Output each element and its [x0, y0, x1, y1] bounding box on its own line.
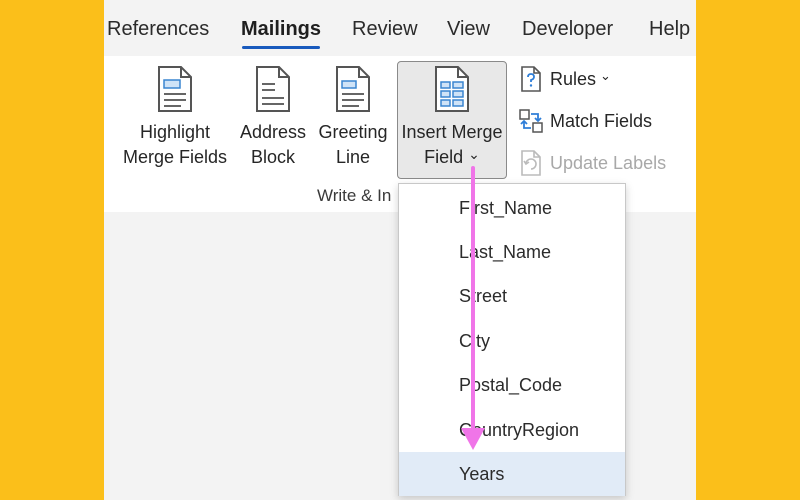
greeting-document-icon	[336, 66, 370, 112]
insert-merge-label-line2: Field ⌄	[398, 145, 506, 171]
highlight-document-icon	[158, 66, 192, 112]
rules-label: Rules	[550, 68, 597, 89]
merge-field-item-years[interactable]: Years	[399, 452, 625, 496]
rules-button[interactable]: Rules ⌄	[518, 66, 611, 92]
tab-references[interactable]: References	[107, 18, 209, 41]
match-fields-label: Match Fields	[550, 110, 653, 131]
merge-field-item-first-name[interactable]: First_Name	[399, 186, 625, 230]
tab-help[interactable]: Help	[649, 18, 690, 41]
insert-merge-field-button[interactable]: Insert Merge Field ⌄	[397, 61, 507, 179]
address-label-line1: Address	[239, 122, 307, 142]
insert-merge-label-field: Field	[424, 147, 464, 167]
update-labels-button[interactable]: Update Labels	[518, 150, 666, 176]
rules-question-icon	[521, 66, 541, 92]
merge-field-item-city[interactable]: City	[399, 319, 625, 363]
address-label-line2: Block	[250, 147, 295, 167]
match-fields-icon	[519, 109, 543, 133]
address-document-icon	[256, 66, 290, 112]
highlight-merge-fields-button[interactable]: Highlight Merge Fields	[119, 66, 231, 170]
merge-field-item-street[interactable]: Street	[399, 274, 625, 318]
active-tab-indicator	[242, 46, 320, 49]
word-window: References Mailings Review View Develope…	[104, 0, 696, 500]
tab-review[interactable]: Review	[352, 18, 418, 41]
match-fields-button[interactable]: Match Fields	[518, 108, 652, 134]
merge-field-item-countryregion[interactable]: CountryRegion	[399, 408, 625, 452]
greeting-label-line1: Greeting	[318, 122, 388, 142]
merge-field-dropdown: First_Name Last_Name Street City Postal_…	[398, 183, 626, 496]
tab-developer[interactable]: Developer	[522, 18, 613, 41]
merge-field-item-last-name[interactable]: Last_Name	[399, 230, 625, 274]
update-labels-icon	[521, 150, 541, 176]
ribbon-tabs: References Mailings Review View Develope…	[104, 0, 696, 56]
insert-merge-document-icon	[435, 66, 469, 112]
chevron-down-icon: ⌄	[468, 146, 480, 162]
greeting-line-button[interactable]: Greeting Line	[314, 66, 392, 170]
rules-chevron-down-icon: ⌄	[600, 68, 611, 83]
merge-field-item-postal-code[interactable]: Postal_Code	[399, 363, 625, 407]
group-label-write-insert: Write & In	[317, 186, 392, 205]
update-labels-label: Update Labels	[550, 152, 667, 173]
tab-view[interactable]: View	[447, 18, 490, 41]
insert-merge-label-line1: Insert Merge	[401, 122, 503, 142]
highlight-label-line2: Merge Fields	[122, 147, 228, 167]
highlight-label-line1: Highlight	[139, 122, 211, 142]
tab-mailings[interactable]: Mailings	[241, 18, 321, 41]
insert-merge-field-content: Insert Merge Field ⌄	[398, 66, 506, 171]
address-block-button[interactable]: Address Block	[235, 66, 311, 170]
greeting-label-line2: Line	[335, 147, 371, 167]
